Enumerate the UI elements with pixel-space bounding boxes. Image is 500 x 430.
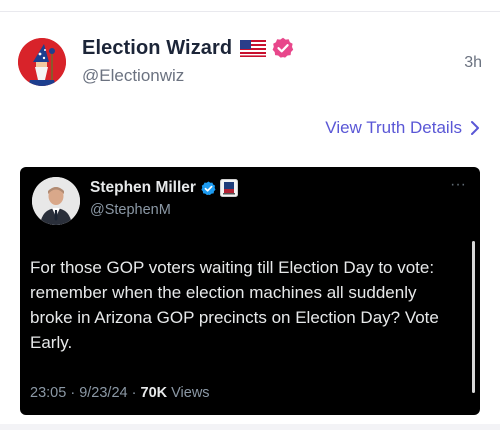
timestamp: 3h [464,54,482,71]
post-meta: 23:05 · 9/23/24 · 70K Views [30,385,210,401]
more-dots-icon[interactable]: ··· [450,177,466,193]
post-date: 9/23/24 [79,385,128,401]
embedded-avatar[interactable] [32,177,80,225]
government-seal-icon [219,179,238,197]
views-label: Views [171,385,210,401]
bottom-divider [0,424,500,430]
meta-separator: · [131,385,137,401]
us-flag-icon [240,39,267,57]
post-header: Election Wizard @Electionwiz 3h [18,32,482,92]
top-divider [0,11,500,12]
scrollbar[interactable] [472,241,475,393]
embedded-handle[interactable]: @StephenM [90,202,171,218]
view-details-label: View Truth Details [325,118,462,137]
display-name[interactable]: Election Wizard [82,37,232,60]
avatar[interactable] [18,38,66,86]
chevron-right-icon [471,121,479,135]
views-count: 70K [140,385,168,401]
post-time: 23:05 [30,385,67,401]
view-truth-details-link[interactable]: View Truth Details [325,118,480,138]
embedded-display-name[interactable]: Stephen Miller [90,179,196,197]
post-body-text: For those GOP voters waiting till Electi… [30,258,439,352]
verified-badge-icon [272,37,294,58]
wizard-avatar-icon [18,38,66,86]
handle[interactable]: @Electionwiz [82,66,184,86]
embedded-name-row: Stephen Miller [90,178,238,198]
person-avatar-icon [32,177,80,225]
name-row: Election Wizard [82,36,294,60]
meta-separator: · [70,385,76,401]
embedded-post-card[interactable]: Stephen Miller @StephenM ··· For those G… [20,167,480,415]
verified-badge-icon [201,181,216,195]
